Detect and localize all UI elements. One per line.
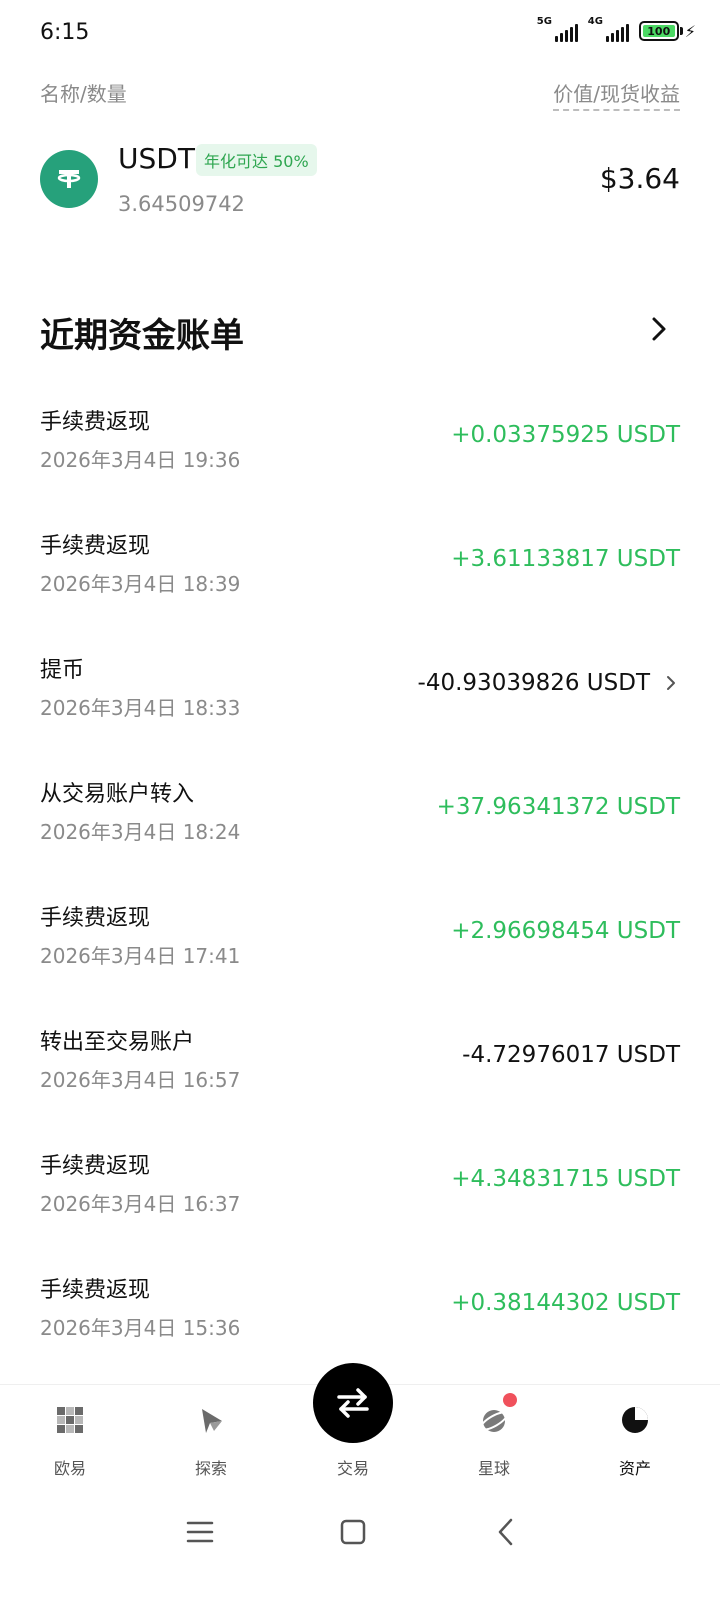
network-type-label: 4G	[587, 16, 603, 27]
name-quantity-label: 名称/数量	[40, 82, 127, 106]
transaction-type: 从交易账户转入	[40, 782, 195, 807]
transaction-amount: +2.96698454 USDT	[451, 918, 680, 944]
transaction-type: 手续费返现	[40, 1154, 151, 1179]
compass-icon	[202, 1409, 222, 1433]
asset-value: $3.64	[599, 162, 680, 195]
apy-badge[interactable]: 年化可达 50%	[196, 144, 317, 176]
status-bar: 6:15 5G 4G 100 ⚡	[0, 0, 720, 64]
transaction-type: 转出至交易账户	[40, 1030, 195, 1055]
transaction-row[interactable]: 提币 2026年3月4日 18:33 -40.93039826 USDT	[40, 652, 680, 776]
transaction-amount: -40.93039826 USDT	[417, 670, 650, 696]
transaction-amount: -4.72976017 USDT	[462, 1042, 680, 1068]
okx-logo-icon	[57, 1407, 83, 1433]
bottom-nav: 欧易 探索 交易 星球 资产	[0, 1363, 720, 1494]
nav-label: 星球	[477, 1459, 510, 1478]
planet-icon	[479, 1410, 509, 1432]
tether-icon	[40, 150, 98, 208]
swap-arrows-icon	[313, 1363, 393, 1443]
transaction-type: 提币	[40, 658, 85, 683]
nav-label: 资产	[618, 1459, 651, 1478]
chevron-right-icon[interactable]	[646, 316, 672, 342]
transaction-amount: +0.38144302 USDT	[451, 1290, 680, 1316]
system-navigation-bar	[0, 1494, 720, 1600]
transaction-time: 2026年3月4日 17:41	[40, 944, 241, 968]
asset-quantity: 3.64509742	[118, 192, 245, 216]
back-icon[interactable]	[486, 1512, 526, 1552]
section-title: 近期资金账单	[40, 316, 244, 356]
charging-icon: ⚡	[684, 21, 696, 41]
transaction-list: 手续费返现 2026年3月4日 19:36 +0.03375925 USDT 手续费返…	[40, 404, 680, 1396]
status-time: 6:15	[40, 20, 90, 45]
status-indicators: 5G 4G 100 ⚡	[537, 16, 696, 42]
home-icon[interactable]	[333, 1512, 373, 1552]
transaction-time: 2026年3月4日 19:36	[40, 448, 241, 472]
asset-name: USDT	[118, 142, 195, 175]
transaction-type: 手续费返现	[40, 410, 151, 435]
chevron-right-icon	[667, 676, 675, 690]
asset-row[interactable]: USDT 年化可达 50% 3.64509742 $3.64	[40, 140, 680, 230]
transaction-type: 手续费返现	[40, 534, 151, 559]
menu-icon[interactable]	[180, 1512, 220, 1552]
signal-5g-icon: 5G	[537, 16, 578, 42]
transaction-time: 2026年3月4日 16:57	[40, 1068, 241, 1092]
battery-icon: 100 ⚡	[638, 21, 696, 41]
network-type-label: 5G	[536, 16, 552, 27]
transaction-amount: +4.34831715 USDT	[451, 1166, 680, 1192]
transaction-time: 2026年3月4日 18:39	[40, 572, 241, 596]
transaction-amount: +3.61133817 USDT	[451, 546, 680, 572]
transaction-amount: +37.96341372 USDT	[436, 794, 680, 820]
pie-chart-icon	[622, 1407, 648, 1433]
nav-label: 交易	[336, 1459, 369, 1478]
transaction-time: 2026年3月4日 18:33	[40, 696, 241, 720]
column-header: 名称/数量 价值/现货收益	[40, 78, 680, 111]
transaction-row[interactable]: 手续费返现 2026年3月4日 16:37 +4.34831715 USDT	[40, 1148, 680, 1272]
transaction-row[interactable]: 手续费返现 2026年3月4日 18:39 +3.61133817 USDT	[40, 528, 680, 652]
transaction-time: 2026年3月4日 16:37	[40, 1192, 241, 1216]
notification-dot	[503, 1393, 517, 1407]
transaction-type: 手续费返现	[40, 1278, 151, 1303]
transaction-time: 2026年3月4日 18:24	[40, 820, 241, 844]
transaction-row[interactable]: 手续费返现 2026年3月4日 19:36 +0.03375925 USDT	[40, 404, 680, 528]
transaction-amount: +0.03375925 USDT	[451, 422, 680, 448]
transaction-time: 2026年3月4日 15:36	[40, 1316, 241, 1340]
nav-label: 欧易	[53, 1459, 86, 1478]
signal-4g-icon: 4G	[588, 16, 629, 42]
nav-label: 探索	[194, 1459, 227, 1478]
transaction-row[interactable]: 手续费返现 2026年3月4日 17:41 +2.96698454 USDT	[40, 900, 680, 1024]
transaction-type: 手续费返现	[40, 906, 151, 931]
transaction-row[interactable]: 从交易账户转入 2026年3月4日 18:24 +37.96341372 USDT	[40, 776, 680, 900]
value-pnl-label[interactable]: 价值/现货收益	[553, 78, 680, 111]
battery-level: 100	[642, 25, 675, 38]
transaction-row[interactable]: 转出至交易账户 2026年3月4日 16:57 -4.72976017 USDT	[40, 1024, 680, 1148]
